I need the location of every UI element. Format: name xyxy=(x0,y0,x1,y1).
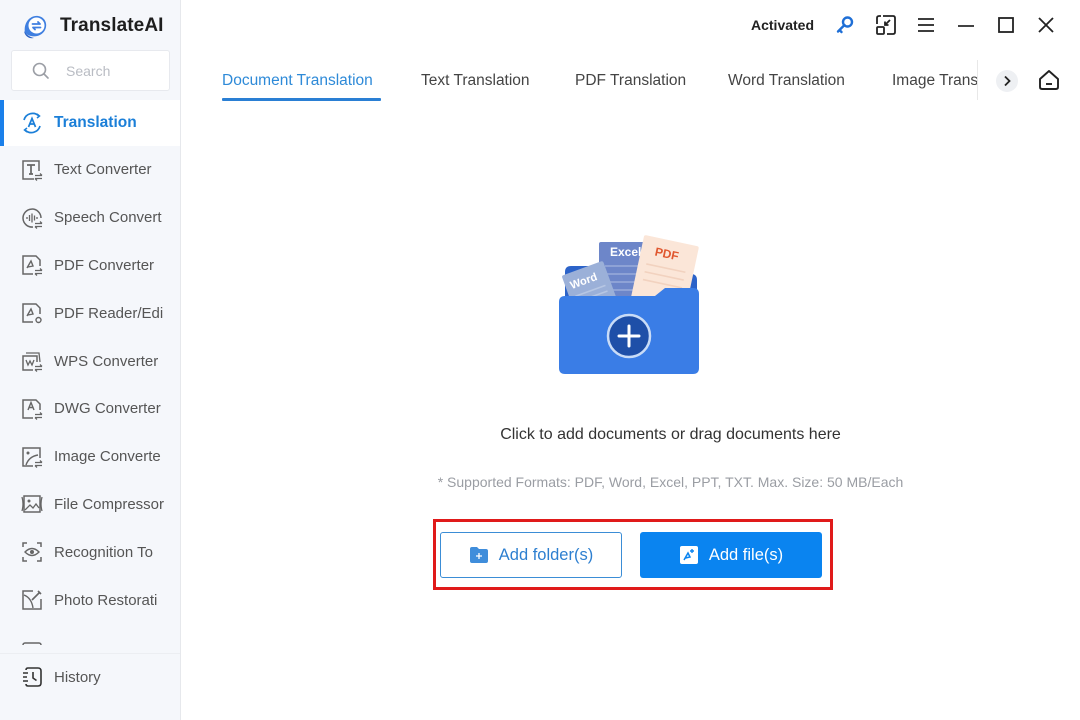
history-label: History xyxy=(54,668,101,686)
home-icon[interactable] xyxy=(1037,68,1061,92)
add-documents-illustration[interactable]: Excel Word PDF xyxy=(555,232,705,378)
image-converter-icon xyxy=(20,445,44,469)
history-icon xyxy=(20,665,44,689)
compact-mode-icon[interactable] xyxy=(874,13,898,37)
add-file-label: Add file(s) xyxy=(708,545,784,564)
app-name: TranslateAI xyxy=(60,15,164,36)
sidebar-item-label: ID Photo Creatio xyxy=(54,643,166,645)
search-box[interactable] xyxy=(11,50,170,91)
activation-status: Activated xyxy=(751,17,815,33)
add-folder-button[interactable]: Add folder(s) xyxy=(440,532,622,578)
sidebar-item-wps-converter[interactable]: WPS Converter xyxy=(0,337,180,385)
sidebar-item-label: Recognition To xyxy=(54,543,153,561)
sidebar-item-label: PDF Reader/Edi xyxy=(54,304,164,322)
sidebar-item-history[interactable]: History xyxy=(0,654,180,700)
folder-plus-icon xyxy=(469,545,489,565)
chevron-right-icon xyxy=(1004,75,1011,87)
sidebar-item-label: Translation xyxy=(54,114,137,131)
tab-pdf-translation[interactable]: PDF Translation xyxy=(575,72,686,90)
sidebar-item-label: Image Converte xyxy=(54,448,161,466)
active-tab-indicator xyxy=(222,98,381,101)
drop-instructions: Click to add documents or drag documents… xyxy=(500,426,841,443)
id-photo-icon xyxy=(20,640,44,645)
sidebar-item-dwg-converter[interactable]: DWG Converter xyxy=(0,385,180,433)
close-icon[interactable] xyxy=(1034,13,1058,37)
photo-restoration-icon xyxy=(20,588,44,612)
sidebar-item-label: Photo Restorati xyxy=(54,591,158,609)
sidebar-item-text-converter[interactable]: Text Converter xyxy=(0,146,180,194)
tabs-next-button[interactable] xyxy=(996,70,1018,92)
supported-formats-note: * Supported Formats: PDF, Word, Excel, P… xyxy=(437,474,904,490)
feature-tabs: Document Translation Text Translation PD… xyxy=(222,60,978,104)
sidebar-scroll-clip: ID Photo Creatio xyxy=(0,628,180,645)
pdf-reader-icon xyxy=(20,301,44,325)
tab-text-translation[interactable]: Text Translation xyxy=(421,72,530,90)
tab-image-translation[interactable]: Image Translation xyxy=(892,72,978,90)
highlighted-action-group: Add folder(s) Add file(s) xyxy=(433,519,833,590)
sidebar-item-pdf-reader[interactable]: PDF Reader/Edi xyxy=(0,289,180,337)
text-converter-icon xyxy=(20,158,44,182)
sidebar-item-label: Text Converter xyxy=(54,161,152,179)
sidebar-item-file-compressor[interactable]: File Compressor xyxy=(0,481,180,529)
maximize-icon[interactable] xyxy=(994,13,1018,37)
sidebar-item-pdf-converter[interactable]: PDF Converter xyxy=(0,242,180,290)
sidebar-item-photo-restoration[interactable]: Photo Restorati xyxy=(0,576,180,624)
sidebar-nav: Translation Text Converter Speech Conver… xyxy=(0,100,180,624)
sidebar-item-id-photo[interactable]: ID Photo Creatio xyxy=(0,628,166,645)
sidebar-item-translation[interactable]: Translation xyxy=(0,100,180,146)
translateai-logo-icon xyxy=(20,11,50,41)
key-icon[interactable] xyxy=(833,13,857,37)
sidebar-item-recognition[interactable]: Recognition To xyxy=(0,528,180,576)
minimize-icon[interactable] xyxy=(954,13,978,37)
speech-convert-icon xyxy=(20,206,44,230)
search-icon xyxy=(32,62,50,80)
sidebar: TranslateAI Translation Text Converter xyxy=(0,0,181,720)
sidebar-item-label: File Compressor xyxy=(54,495,165,513)
translateai-window: TranslateAI Translation Text Converter xyxy=(0,0,1080,720)
dwg-converter-icon xyxy=(20,397,44,421)
sidebar-item-image-converter[interactable]: Image Converte xyxy=(0,433,180,481)
tab-divider xyxy=(977,60,978,100)
sidebar-item-label: WPS Converter xyxy=(54,352,159,370)
sidebar-item-label: Speech Convert xyxy=(54,209,162,227)
pdf-converter-icon xyxy=(20,253,44,277)
file-plus-icon xyxy=(679,545,699,565)
recognition-icon xyxy=(20,540,44,564)
excel-doc-label: Excel xyxy=(610,245,641,259)
add-file-button[interactable]: Add file(s) xyxy=(640,532,822,578)
menu-icon[interactable] xyxy=(914,13,938,37)
tab-document-translation[interactable]: Document Translation xyxy=(222,72,373,90)
sidebar-item-speech-convert[interactable]: Speech Convert xyxy=(0,194,180,242)
wps-converter-icon xyxy=(20,349,44,373)
search-input[interactable] xyxy=(66,62,156,79)
file-compressor-icon xyxy=(20,492,44,516)
history-section: History xyxy=(0,653,180,700)
sidebar-item-label: DWG Converter xyxy=(54,400,161,418)
brand: TranslateAI xyxy=(20,10,164,42)
add-folder-label: Add folder(s) xyxy=(498,545,594,564)
tab-word-translation[interactable]: Word Translation xyxy=(728,72,845,90)
translation-icon xyxy=(20,111,44,135)
sidebar-item-label: PDF Converter xyxy=(54,256,155,274)
